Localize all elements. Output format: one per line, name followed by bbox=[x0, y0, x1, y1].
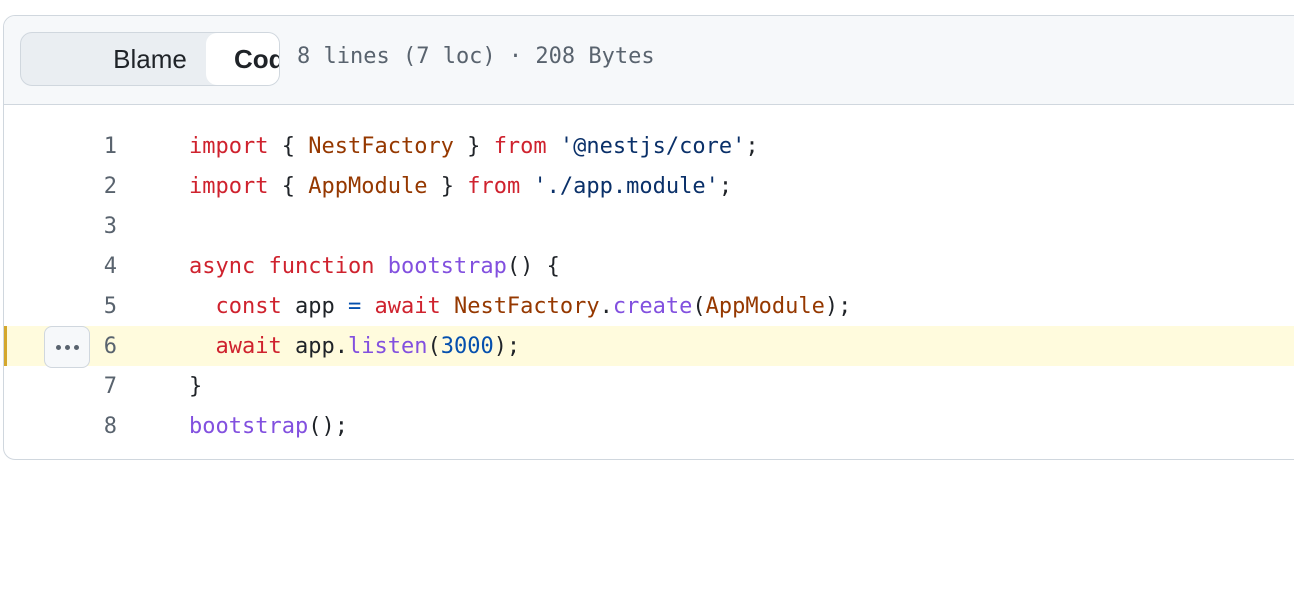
code-token: create bbox=[612, 293, 693, 319]
code-token: (); bbox=[308, 413, 348, 439]
code-line[interactable]: 8 bootstrap(); bbox=[4, 406, 1294, 446]
code-token: '@nestjs/core' bbox=[559, 133, 746, 159]
code-text: async function bootstrap() { bbox=[189, 254, 560, 279]
kebab-dot bbox=[55, 344, 61, 350]
code-token: app bbox=[281, 293, 348, 319]
code-token: = bbox=[347, 293, 362, 319]
line-number[interactable]: 8 bbox=[4, 414, 117, 439]
code-listing: 1 import { NestFactory } from '@nestjs/co… bbox=[4, 105, 1294, 446]
code-token: bootstrap bbox=[189, 413, 309, 439]
code-token: from bbox=[467, 173, 521, 199]
code-token: . bbox=[599, 293, 613, 319]
code-token: ; bbox=[718, 173, 733, 199]
code-token: AppModule bbox=[308, 173, 428, 199]
file-viewer: Code Blame 8 lines (7 loc) · 208 Bytes 1… bbox=[3, 15, 1294, 460]
code-token: AppModule bbox=[705, 293, 825, 319]
code-line[interactable]: 7} bbox=[4, 366, 1294, 406]
code-token: from bbox=[493, 133, 547, 159]
code-text: const app = await NestFactory.create(App… bbox=[189, 293, 852, 319]
code-token: ( bbox=[427, 333, 441, 359]
code-token: } bbox=[427, 173, 468, 199]
code-tab-button[interactable]: Code bbox=[206, 33, 279, 85]
code-line-highlighted[interactable]: 6 await app.listen(3000); bbox=[4, 326, 1294, 368]
file-header: Code Blame 8 lines (7 loc) · 208 Bytes bbox=[4, 16, 1294, 105]
line-number[interactable]: 2 bbox=[4, 174, 117, 199]
code-token: NestFactory bbox=[308, 133, 454, 159]
code-token: import bbox=[189, 173, 269, 199]
kebab-dot bbox=[64, 344, 70, 350]
code-token: './app.module' bbox=[533, 173, 719, 199]
code-token: ); bbox=[824, 293, 852, 319]
code-blame-toggle: Code Blame bbox=[20, 32, 280, 86]
code-text: import { AppModule } from './app.module'… bbox=[189, 174, 732, 199]
code-token: NestFactory bbox=[453, 293, 600, 319]
line-number[interactable]: 7 bbox=[4, 374, 117, 399]
code-token: function bbox=[268, 253, 375, 279]
code-token: } bbox=[453, 133, 494, 159]
code-token: async bbox=[189, 253, 256, 279]
line-number[interactable]: 5 bbox=[4, 294, 117, 319]
line-number[interactable]: 1 bbox=[4, 134, 117, 159]
code-text: bootstrap(); bbox=[189, 414, 348, 439]
file-info: 8 lines (7 loc) · 208 Bytes bbox=[297, 44, 655, 69]
code-token: await bbox=[215, 333, 282, 359]
code-token: ); bbox=[493, 333, 521, 359]
code-token: 3000 bbox=[440, 333, 494, 359]
line-number[interactable]: 4 bbox=[4, 254, 117, 279]
code-token: } bbox=[189, 373, 203, 399]
code-line[interactable]: 2 import { AppModule } from './app.module… bbox=[4, 166, 1294, 206]
code-text: await app.listen(3000); bbox=[189, 333, 521, 359]
code-token: listen bbox=[347, 333, 428, 359]
code-token: import bbox=[189, 133, 269, 159]
kebab-dot bbox=[73, 344, 79, 350]
code-line[interactable]: 3 bbox=[4, 206, 1294, 246]
kebab-horizontal-icon[interactable] bbox=[44, 326, 90, 368]
code-token: ; bbox=[745, 133, 759, 159]
code-text: } bbox=[189, 374, 202, 399]
code-token: app. bbox=[281, 333, 348, 359]
code-token: await bbox=[374, 293, 441, 319]
code-line[interactable]: 1 import { NestFactory } from '@nestjs/co… bbox=[4, 126, 1294, 166]
code-token: () { bbox=[506, 253, 560, 279]
code-line[interactable]: 4 async function bootstrap() { bbox=[4, 246, 1294, 286]
code-token: bootstrap bbox=[387, 253, 507, 279]
code-token: const bbox=[215, 293, 282, 319]
line-number[interactable]: 3 bbox=[4, 214, 117, 239]
code-token: { bbox=[268, 173, 309, 199]
code-token: { bbox=[268, 133, 309, 159]
code-text: import { NestFactory } from '@nestjs/cor… bbox=[189, 134, 759, 159]
code-token: ( bbox=[692, 293, 706, 319]
code-line[interactable]: 5 const app = await NestFactory.create(A… bbox=[4, 286, 1294, 326]
